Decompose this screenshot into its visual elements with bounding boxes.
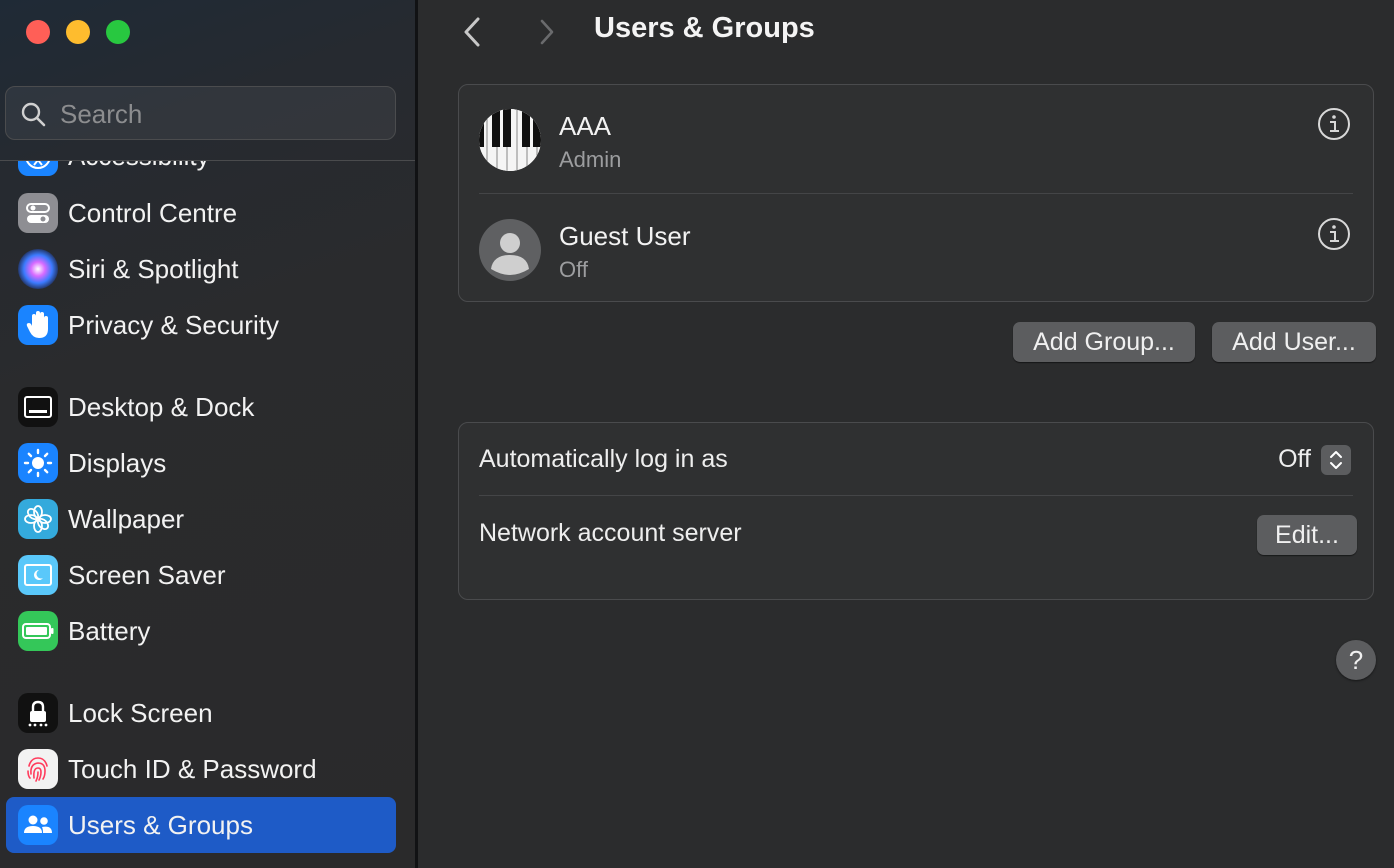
search-icon <box>21 102 46 127</box>
auto-login-popup-button[interactable] <box>1321 445 1351 475</box>
user-name: AAA <box>559 111 612 141</box>
flower-icon <box>18 499 58 539</box>
info-icon[interactable] <box>1317 217 1351 251</box>
sidebar-item-lock-screen[interactable]: Lock Screen <box>6 685 396 741</box>
search-input[interactable] <box>58 95 382 133</box>
users-card: AAA Admin Guest User Off <box>458 84 1374 302</box>
login-settings-card: Automatically log in as Off Network acco… <box>458 422 1374 600</box>
piano-keys-avatar <box>479 109 541 171</box>
sidebar-item-accessibility[interactable]: Accessibility <box>6 161 396 184</box>
help-button[interactable]: ? <box>1336 640 1376 680</box>
sidebar-item-touch-id-password[interactable]: Touch ID & Password <box>6 741 396 797</box>
sidebar-item-battery[interactable]: Battery <box>6 603 396 659</box>
back-chevron-icon[interactable] <box>456 14 492 50</box>
forward-chevron-icon[interactable] <box>528 14 564 50</box>
row-separator <box>479 495 1353 496</box>
sidebar-item-desktop-dock[interactable]: Desktop & Dock <box>6 379 396 435</box>
info-icon[interactable] <box>1317 107 1351 141</box>
sidebar-item-users-groups[interactable]: Users & Groups <box>6 797 396 853</box>
zoom-window-button[interactable] <box>106 20 130 44</box>
sidebar-item-siri-spotlight[interactable]: Siri & Spotlight <box>6 241 396 297</box>
chevron-updown-icon <box>1330 451 1342 469</box>
row-separator <box>479 193 1353 194</box>
sidebar-item-label: Siri & Spotlight <box>68 254 239 284</box>
siri-icon <box>18 249 58 289</box>
sidebar-item-label: Users & Groups <box>68 810 253 840</box>
sidebar-item-wallpaper[interactable]: Wallpaper <box>6 491 396 547</box>
page-title: Users & Groups <box>594 12 815 44</box>
accessibility-icon <box>18 161 58 176</box>
auto-login-label: Automatically log in as <box>479 445 728 473</box>
network-server-label: Network account server <box>479 519 742 547</box>
user-role: Admin <box>559 147 622 172</box>
sidebar-item-screen-saver[interactable]: Screen Saver <box>6 547 396 603</box>
battery-icon <box>18 611 58 651</box>
search-field[interactable] <box>5 86 396 140</box>
sidebar-item-label: Touch ID & Password <box>68 754 317 784</box>
user-role: Off <box>559 257 588 282</box>
hand-icon <box>18 305 58 345</box>
sidebar-item-label: Privacy & Security <box>68 310 279 340</box>
close-window-button[interactable] <box>26 20 50 44</box>
person-silhouette-avatar <box>479 219 541 281</box>
sidebar-item-label: Battery <box>68 616 151 646</box>
lock-icon <box>18 693 58 733</box>
sidebar-item-privacy-security[interactable]: Privacy & Security <box>6 297 396 353</box>
main-content: Users & Groups AAA Admin Guest User Off … <box>418 0 1394 868</box>
edit-button[interactable]: Edit... <box>1257 515 1357 555</box>
sidebar-list: Accessibility Control Centre Siri & Spot… <box>0 161 415 868</box>
sidebar-item-label: Screen Saver <box>68 560 226 590</box>
user-name: Guest User <box>559 221 691 251</box>
sidebar-item-control-centre[interactable]: Control Centre <box>6 185 396 241</box>
users-icon <box>18 805 58 845</box>
sidebar-item-label: Lock Screen <box>68 698 213 728</box>
add-user-button[interactable]: Add User... <box>1212 322 1376 362</box>
sidebar: Accessibility Control Centre Siri & Spot… <box>0 0 415 868</box>
sidebar-item-displays[interactable]: Displays <box>6 435 396 491</box>
sidebar-item-label: Wallpaper <box>68 504 185 534</box>
minimize-window-button[interactable] <box>66 20 90 44</box>
dock-icon <box>18 387 58 427</box>
sidebar-item-label: Accessibility <box>68 161 210 184</box>
sidebar-item-label: Control Centre <box>68 198 238 228</box>
toggles-icon <box>18 193 58 233</box>
sidebar-item-label: Desktop & Dock <box>68 392 255 422</box>
sidebar-item-label: Displays <box>68 448 167 478</box>
sun-icon <box>18 443 58 483</box>
auto-login-value[interactable]: Off <box>1278 445 1311 474</box>
screen-saver-icon <box>18 555 58 595</box>
fingerprint-icon <box>18 749 58 789</box>
add-group-button[interactable]: Add Group... <box>1013 322 1195 362</box>
